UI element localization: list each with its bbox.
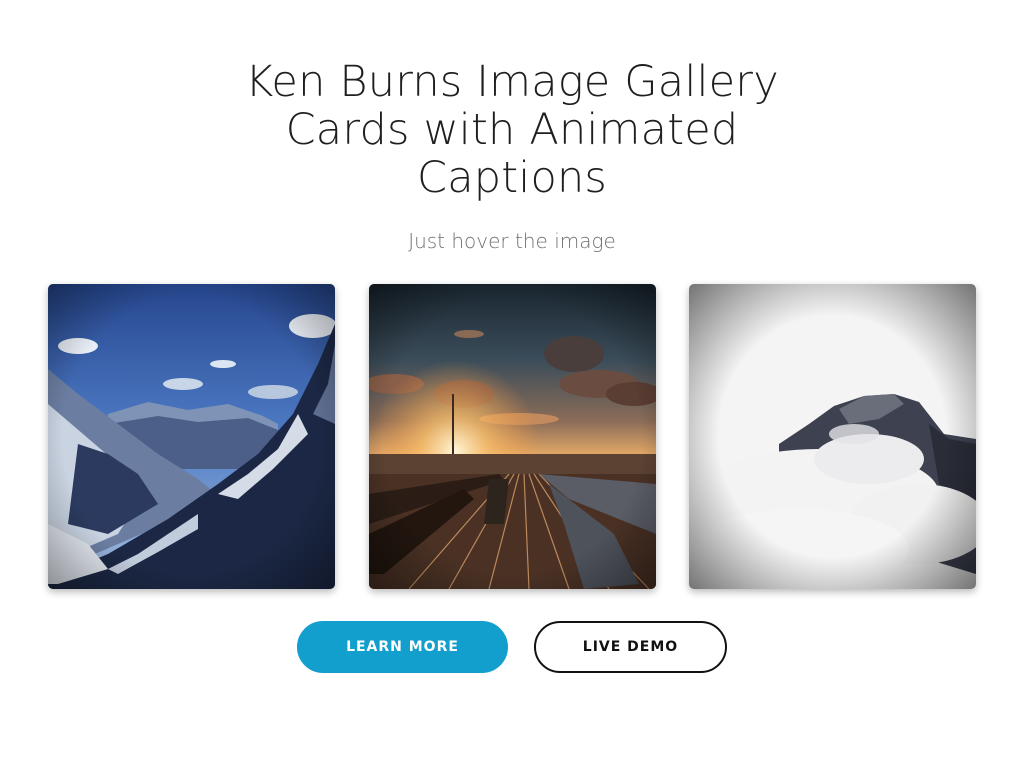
railyard-sunset-image: [369, 284, 656, 589]
mountain-valley-image: [48, 284, 335, 589]
gallery-card-railyard[interactable]: [369, 284, 656, 589]
foggy-peak-image: [689, 284, 976, 589]
page-subtitle: Just hover the image: [408, 229, 616, 253]
gallery-card-mountain[interactable]: [48, 284, 335, 589]
learn-more-button[interactable]: LEARN MORE: [297, 621, 508, 673]
live-demo-button[interactable]: LIVE DEMO: [534, 621, 727, 673]
page-title: Ken Burns Image Gallery Cards with Anima…: [245, 57, 779, 203]
gallery-card-foggy-peak[interactable]: [689, 284, 976, 589]
